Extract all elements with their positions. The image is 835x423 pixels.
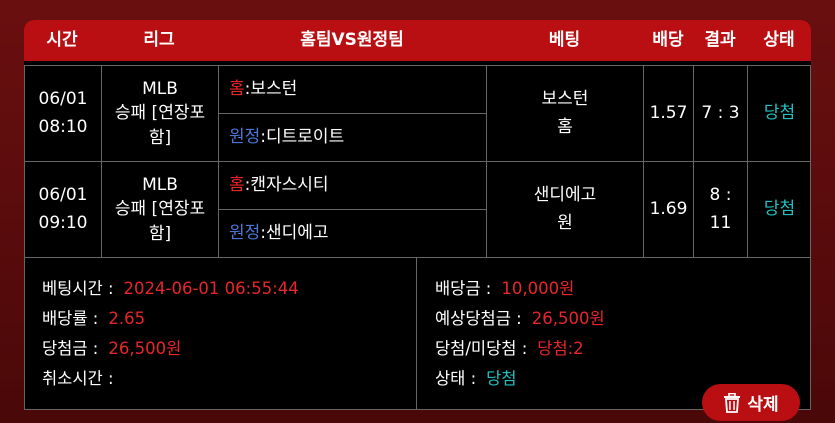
table-cell-time: 06/01 09:10 xyxy=(25,162,102,258)
league-type-cont: 함] xyxy=(148,127,172,148)
bet-side: 홈 xyxy=(557,116,573,137)
league-name: MLB xyxy=(142,78,178,99)
league-name: MLB xyxy=(142,174,178,195)
header-league: 리그 xyxy=(143,30,175,50)
trash-icon xyxy=(724,392,741,413)
summary-win-amount: 당첨금 :26,500원 xyxy=(42,339,182,358)
table-cell-status: 당첨 xyxy=(748,66,811,162)
header-time: 시간 xyxy=(46,30,78,50)
away-team-name: :디트로이트 xyxy=(260,126,345,147)
table-cell-league: MLB 승패 [연장포함] xyxy=(102,66,219,162)
league-type: 승패 [연장포 xyxy=(114,199,206,220)
row-date: 06/01 xyxy=(38,185,88,206)
page-background: 시간 리그 홈팀VS원정팀 베팅 배당 결과 상태 06/01 08:10 MLB… xyxy=(0,0,835,423)
league-type: 승패 [연장포 xyxy=(114,103,206,124)
summary-status: 상태 : 당첨 xyxy=(435,369,517,388)
table-cell-result: 8 :11 xyxy=(694,162,748,258)
table-cell-status: 당첨 xyxy=(748,162,811,258)
summary-bet-amount: 배당금 :10,000원 xyxy=(435,279,575,298)
table-cell-home-team: 홈 :캔자스시티 xyxy=(219,162,487,210)
header-status: 상태 xyxy=(763,30,795,50)
delete-button-label: 삭제 xyxy=(747,395,779,415)
bet-team: 보스턴 xyxy=(541,89,589,110)
summary-cancel-time: 취소시간 : xyxy=(42,369,114,388)
away-team-name: :샌디에고 xyxy=(260,222,329,243)
bet-table: 06/01 08:10 MLB 승패 [연장포 함] 홈 :보스턴 원정 :디트로이트… xyxy=(24,65,811,421)
table-cell-bet: 샌디에고원 xyxy=(487,162,644,258)
table-header: 시간 리그 홈팀VS원정팀 베팅 배당 결과 상태 xyxy=(24,20,811,61)
bet-side: 원 xyxy=(557,212,573,233)
table-cell-result: 7 : 3 xyxy=(694,66,748,162)
summary-bet-time: 베팅시간 :2024-06-01 06:55:44 xyxy=(42,279,299,298)
header-result: 결과 xyxy=(704,30,736,50)
table-cell-bet: 보스턴홈 xyxy=(487,66,644,162)
home-tag: 홈 xyxy=(229,78,245,99)
summary-odds-rate: 배당률 :2.65 xyxy=(42,309,146,328)
row-date: 06/01 xyxy=(38,89,88,110)
league-type-cont: 함] xyxy=(148,223,172,244)
table-cell-away-team: 원정 :디트로이트 xyxy=(219,114,487,162)
bet-history-panel: 시간 리그 홈팀VS원정팀 베팅 배당 결과 상태 06/01 08:10 MLB… xyxy=(24,20,811,421)
home-team-name: :보스턴 xyxy=(244,78,298,99)
header-matchup: 홈팀VS원정팀 xyxy=(300,30,404,50)
away-tag: 원정 xyxy=(229,126,261,147)
home-tag: 홈 xyxy=(229,174,245,195)
table-cell-away-team: 원정 :샌디에고 xyxy=(219,210,487,258)
home-team-name: :캔자스시티 xyxy=(244,174,329,195)
summary-expected-win: 예상당첨금 :26,500원 xyxy=(435,309,605,328)
delete-button[interactable]: 삭제 xyxy=(702,384,800,421)
away-tag: 원정 xyxy=(229,222,261,243)
table-cell-time: 06/01 08:10 xyxy=(25,66,102,162)
table-cell-odds: 1.57 xyxy=(644,66,694,162)
row-time: 09:10 xyxy=(38,212,88,233)
summary-win-lose: 당첨/미당첨 : 당첨:2 xyxy=(435,339,584,358)
bet-team: 샌디에고 xyxy=(533,185,597,206)
table-cell-league: MLB 승패 [연장포함] xyxy=(102,162,219,258)
result-score: 8 : xyxy=(709,185,732,206)
table-cell-home-team: 홈 :보스턴 xyxy=(219,66,487,114)
result-score-cont: 11 xyxy=(709,212,732,233)
header-bet: 베팅 xyxy=(548,30,581,50)
header-odds: 배당 xyxy=(652,30,684,50)
row-time: 08:10 xyxy=(38,116,88,137)
table-cell-odds: 1.69 xyxy=(644,162,694,258)
